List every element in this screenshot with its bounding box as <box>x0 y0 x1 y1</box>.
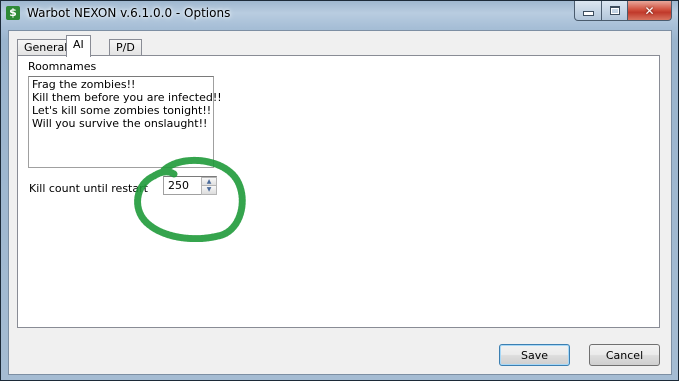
title-bar[interactable]: $ Warbot NEXON v.6.1.0.0 - Options ✕ <box>1 1 678 27</box>
minimize-icon <box>582 11 594 16</box>
options-window: $ Warbot NEXON v.6.1.0.0 - Options ✕ Gen… <box>0 0 679 381</box>
minimize-button[interactable] <box>574 1 602 21</box>
ai-tab-panel: Roomnames Frag the zombies!! Kill them b… <box>17 55 660 328</box>
close-button[interactable]: ✕ <box>628 1 672 21</box>
roomname-line: Will you survive the onslaught!! <box>32 117 208 130</box>
window-title: Warbot NEXON v.6.1.0.0 - Options <box>27 6 231 20</box>
close-icon: ✕ <box>644 3 655 18</box>
green-highlight-circle <box>134 156 246 242</box>
roomname-line: Frag the zombies!! <box>32 78 136 91</box>
maximize-icon <box>609 6 620 15</box>
dialog-client-area: General AI P/D Roomnames Frag the zombie… <box>8 30 672 375</box>
tab-pd[interactable]: P/D <box>109 39 142 56</box>
save-button[interactable]: Save <box>499 344 570 366</box>
caption-buttons: ✕ <box>574 1 672 21</box>
roomname-line: Let's kill some zombies tonight!! <box>32 104 212 117</box>
dollar-icon: $ <box>6 6 20 20</box>
roomnames-label: Roomnames <box>28 60 97 73</box>
roomname-line: Kill them before you are infected!! <box>32 91 222 104</box>
kill-count-label: Kill count until restart <box>29 182 148 195</box>
maximize-button[interactable] <box>602 1 628 21</box>
cancel-button[interactable]: Cancel <box>589 344 660 366</box>
roomnames-textbox[interactable]: Frag the zombies!! Kill them before you … <box>28 76 222 168</box>
tab-ai[interactable]: AI <box>66 35 91 57</box>
